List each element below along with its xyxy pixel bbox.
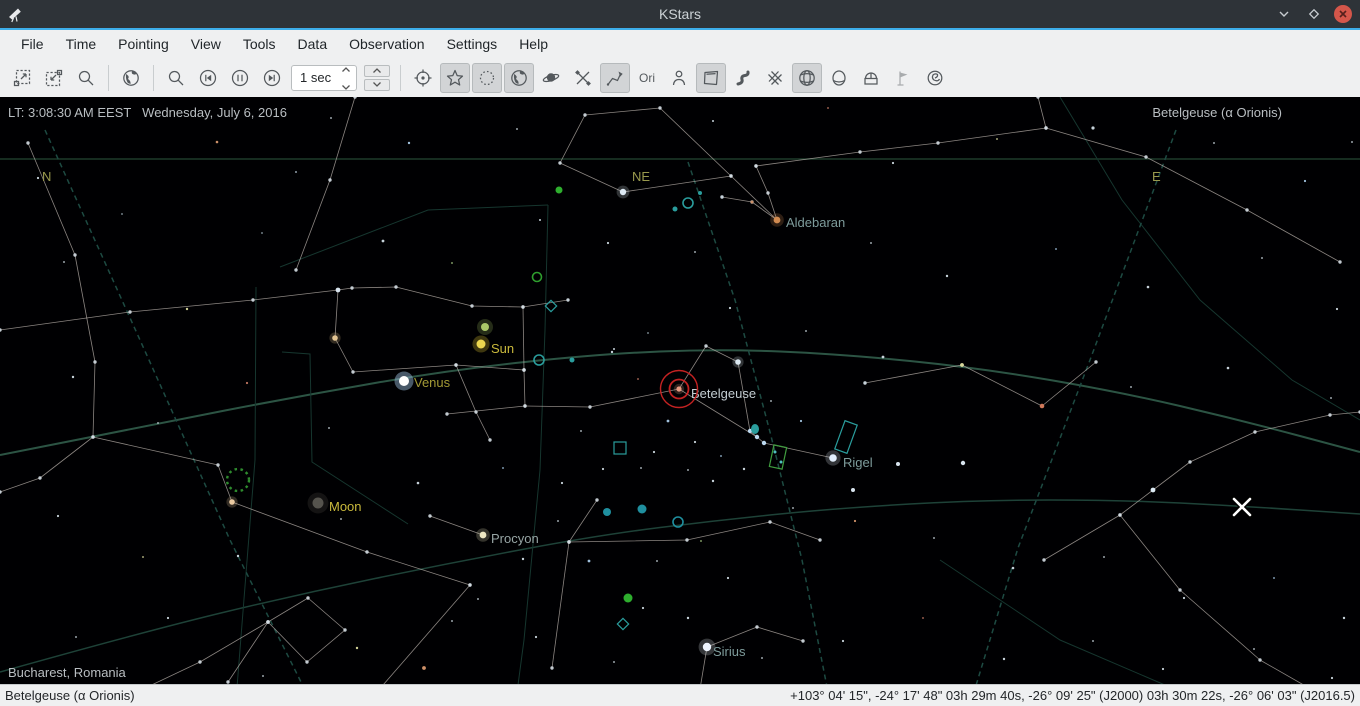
status-coordinates: +103° 04' 15", -24° 17' 48" 03h 29m 40s,… [790,688,1355,703]
toggle-planets-button[interactable] [536,63,566,93]
object-label-moon: Moon [329,499,362,514]
globe-icon [509,68,529,88]
time-step-spinbox[interactable]: 1 sec [291,65,357,91]
menu-file[interactable]: File [10,33,55,55]
zoom-in-button[interactable] [7,63,37,93]
star-label-betelgeuse: Betelgeuse [691,386,756,401]
toggle-stars-button[interactable] [440,63,470,93]
toggle-solar-system-button[interactable] [504,63,534,93]
sky-svg[interactable]: Sun Venus Moon Aldebaran Betelgeuse Rigel Proc… [0,97,1360,684]
set-geolocation-button[interactable] [116,63,146,93]
main-toolbar: 1 sec Ori [0,58,1360,97]
grid-globe-icon [797,68,817,88]
toggle-flags-button [888,63,918,93]
time-step-value: 1 sec [292,70,341,85]
minimize-button[interactable] [1274,4,1294,24]
toggle-constellation-boundaries-button[interactable] [696,63,726,93]
maximize-button[interactable] [1304,4,1324,24]
toggle-constellation-lines-button[interactable] [600,63,630,93]
milkyway-icon [733,68,753,88]
horizon-icon [829,68,849,88]
find-object-button[interactable] [71,63,101,93]
close-button[interactable] [1334,5,1352,23]
object-sun[interactable]: Sun [472,335,514,356]
satellites-icon [573,68,593,88]
star-label-procyon: Procyon [491,531,539,546]
svg-text:Ori: Ori [639,71,655,85]
menu-pointing[interactable]: Pointing [107,33,180,55]
cart-icon [669,68,689,88]
magnifier-icon [76,68,96,88]
dome-icon [861,68,881,88]
globe-icon [121,68,141,88]
spiral-icon [925,68,945,88]
toolbar-separator [153,65,154,91]
star-label-sirius: Sirius [713,644,746,659]
menu-observation[interactable]: Observation [338,33,435,55]
menu-tools[interactable]: Tools [232,33,287,55]
star-label-aldebaran: Aldebaran [786,215,845,230]
status-object-name: Betelgeuse (α Orionis) [5,688,135,703]
clines-icon [605,68,625,88]
object-label-sun: Sun [491,341,514,356]
cardinal-label-e: E [1152,169,1161,184]
saturn-icon [541,68,561,88]
media-back-icon [198,68,218,88]
toggle-constellation-art-button[interactable] [664,63,694,93]
time-step-down-button[interactable] [364,79,390,91]
menu-help[interactable]: Help [508,33,559,55]
menu-data[interactable]: Data [287,33,339,55]
toolbar-separator [400,65,401,91]
toggle-satellites-button[interactable] [568,63,598,93]
find-object-button-2[interactable] [161,63,191,93]
time-step-backward-button[interactable] [193,63,223,93]
star-icon [445,68,465,88]
cbound-icon [701,68,721,88]
zoom-out-button[interactable] [39,63,69,93]
toggle-horizon-button[interactable] [824,63,854,93]
sky-map[interactable]: Sun Venus Moon Aldebaran Betelgeuse Rigel Proc… [0,97,1360,684]
zoom-in-icon [12,68,32,88]
spinbox-arrows-icon[interactable] [341,60,356,96]
menu-time[interactable]: Time [55,33,108,55]
toggle-horizontal-grid-button[interactable] [792,63,822,93]
time-step-up-button[interactable] [364,65,390,77]
toolbar-separator [108,65,109,91]
time-step-adjust [364,65,390,91]
object-label-venus: Venus [414,375,451,390]
window-title: KStars [0,6,1360,22]
observatory-dome-button[interactable] [856,63,886,93]
toggle-constellation-names-button[interactable]: Ori [632,63,662,93]
cnames-icon: Ori [637,68,657,88]
crosshair-icon [413,68,433,88]
media-forward-icon [262,68,282,88]
menu-bar: FileTimePointingViewToolsDataObservation… [0,30,1360,58]
menu-view[interactable]: View [180,33,232,55]
magnifier-icon [166,68,186,88]
toggle-deep-sky-objects-button[interactable] [472,63,502,93]
kstars-app-icon [3,2,27,26]
star-label-rigel: Rigel [843,455,873,470]
zoom-out-icon [44,68,64,88]
track-object-button[interactable] [408,63,438,93]
hatch-grid-icon [765,68,785,88]
flag-icon [893,68,913,88]
time-step-forward-button[interactable] [257,63,287,93]
toggle-equatorial-grid-button[interactable] [760,63,790,93]
object-moon[interactable]: Moon [308,493,362,514]
status-bar: Betelgeuse (α Orionis) +103° 04' 15", -2… [0,684,1360,706]
stop-clock-button[interactable] [225,63,255,93]
menu-settings[interactable]: Settings [436,33,509,55]
cardinal-label-n: N [42,169,51,184]
media-pause-icon [230,68,250,88]
toggle-hips-overlay-button[interactable] [920,63,950,93]
cardinal-label-ne: NE [632,169,650,184]
toggle-milky-way-button[interactable] [728,63,758,93]
star-labels: Aldebaran Betelgeuse Rigel Procyon Sirius [491,215,873,659]
object-venus[interactable]: Venus [395,372,451,391]
dotted-circle-icon [477,68,497,88]
title-bar: KStars [0,0,1360,28]
